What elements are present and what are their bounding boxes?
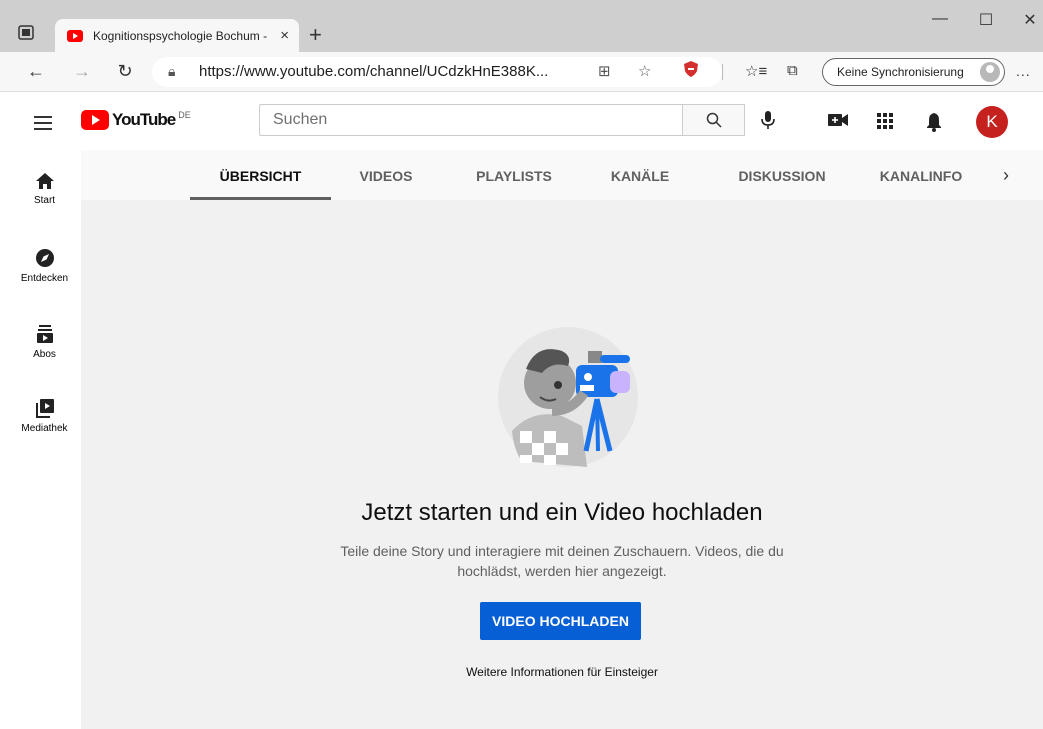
notifications-bell-icon[interactable] bbox=[925, 112, 943, 137]
browser-tab-strip: Kognitionspsychologie Bochum - × + — ☐ ✕ bbox=[0, 0, 1043, 52]
youtube-favicon-icon bbox=[67, 29, 83, 42]
tab-uebersicht[interactable]: ÜBERSICHT bbox=[190, 150, 331, 200]
youtube-header: YouTube DE K bbox=[8, 92, 1043, 150]
guide-label-mediathek: Mediathek bbox=[21, 423, 68, 434]
guide-label-entdecken: Entdecken bbox=[20, 273, 69, 284]
profile-avatar-icon bbox=[980, 62, 1000, 82]
tab-close-icon[interactable]: × bbox=[280, 27, 289, 44]
tab-diskussion[interactable]: DISKUSSION bbox=[722, 150, 842, 200]
channel-tabs: ÜBERSICHT VIDEOS PLAYLISTS KANÄLE DISKUS… bbox=[81, 150, 1043, 200]
tab-kanaele[interactable]: KANÄLE bbox=[600, 150, 680, 200]
voice-search-icon[interactable] bbox=[761, 110, 775, 135]
browser-menu-button[interactable]: ... bbox=[1016, 63, 1031, 79]
channel-content: ÜBERSICHT VIDEOS PLAYLISTS KANÄLE DISKUS… bbox=[81, 150, 1043, 729]
sync-profile-button[interactable]: Keine Synchronisierung bbox=[822, 58, 1005, 86]
logo-text: YouTube bbox=[112, 110, 176, 129]
search-input[interactable] bbox=[260, 105, 682, 135]
toolbar-divider bbox=[722, 64, 723, 80]
youtube-logo[interactable]: YouTube DE bbox=[81, 110, 191, 130]
tab-playlists[interactable]: PLAYLISTS bbox=[464, 150, 564, 200]
tabs-next-chevron-icon[interactable]: › bbox=[1003, 165, 1009, 186]
search-icon bbox=[706, 112, 722, 128]
minimize-button[interactable]: — bbox=[925, 10, 955, 28]
subscriptions-icon bbox=[36, 325, 53, 343]
create-video-icon[interactable] bbox=[827, 112, 849, 133]
favorites-icon[interactable]: ☆≡ bbox=[745, 62, 767, 80]
empty-state-subtitle: Teile deine Story und interagiere mit de… bbox=[340, 543, 784, 579]
lock-icon[interactable]: 🔒︎ bbox=[168, 63, 175, 80]
learn-more-link[interactable]: Weitere Informationen für Einsteiger bbox=[81, 665, 1043, 679]
tab-actions-icon[interactable] bbox=[18, 25, 36, 41]
tab-title: Kognitionspsychologie Bochum - bbox=[93, 28, 268, 43]
url-text[interactable]: https://www.youtube.com/channel/UCdzkHnE… bbox=[199, 63, 548, 80]
collections-icon[interactable]: ⧉ bbox=[787, 62, 798, 79]
guide-item-abos[interactable]: Abos bbox=[8, 324, 81, 360]
library-icon bbox=[35, 399, 54, 418]
search-button[interactable] bbox=[682, 104, 745, 136]
browser-tab-active[interactable]: Kognitionspsychologie Bochum - × bbox=[55, 19, 299, 52]
camera-operator-illustration bbox=[498, 327, 638, 467]
search-box[interactable] bbox=[259, 104, 682, 136]
guide-label-abos: Abos bbox=[33, 349, 56, 360]
back-icon[interactable]: ← bbox=[25, 61, 47, 81]
apps-grid-icon[interactable] bbox=[876, 112, 894, 135]
forward-icon[interactable]: → bbox=[71, 61, 93, 81]
immersive-reader-icon[interactable]: ⊞ bbox=[598, 62, 611, 80]
maximize-button[interactable]: ☐ bbox=[971, 10, 1001, 30]
new-tab-button[interactable]: + bbox=[309, 22, 322, 48]
guide-item-start[interactable]: Start bbox=[8, 172, 81, 206]
home-icon bbox=[35, 173, 54, 189]
menu-icon[interactable] bbox=[34, 116, 52, 134]
tab-kanalinfo[interactable]: KANALINFO bbox=[868, 150, 974, 200]
guide-item-mediathek[interactable]: Mediathek bbox=[8, 398, 81, 434]
mini-guide: Start Entdecken Abos Mediathek bbox=[8, 150, 81, 729]
shield-extension-icon[interactable] bbox=[683, 60, 699, 83]
youtube-play-icon bbox=[81, 110, 109, 130]
empty-state-title: Jetzt starten und ein Video hochladen bbox=[361, 499, 763, 526]
compass-icon bbox=[35, 249, 54, 267]
tab-videos[interactable]: VIDEOS bbox=[346, 150, 426, 200]
reload-icon[interactable]: ↻ bbox=[114, 61, 136, 81]
guide-item-entdecken[interactable]: Entdecken bbox=[8, 248, 81, 284]
add-favorite-icon[interactable]: ☆ bbox=[638, 62, 651, 80]
region-code: DE bbox=[178, 110, 191, 120]
account-avatar[interactable]: K bbox=[976, 106, 1008, 138]
upload-video-button[interactable]: VIDEO HOCHLADEN bbox=[480, 602, 641, 640]
sync-label: Keine Synchronisierung bbox=[837, 65, 964, 79]
guide-label-start: Start bbox=[33, 195, 56, 206]
close-window-button[interactable]: ✕ bbox=[1015, 10, 1043, 30]
address-bar[interactable]: 🔒︎ https://www.youtube.com/channel/UCdzk… bbox=[152, 57, 722, 87]
